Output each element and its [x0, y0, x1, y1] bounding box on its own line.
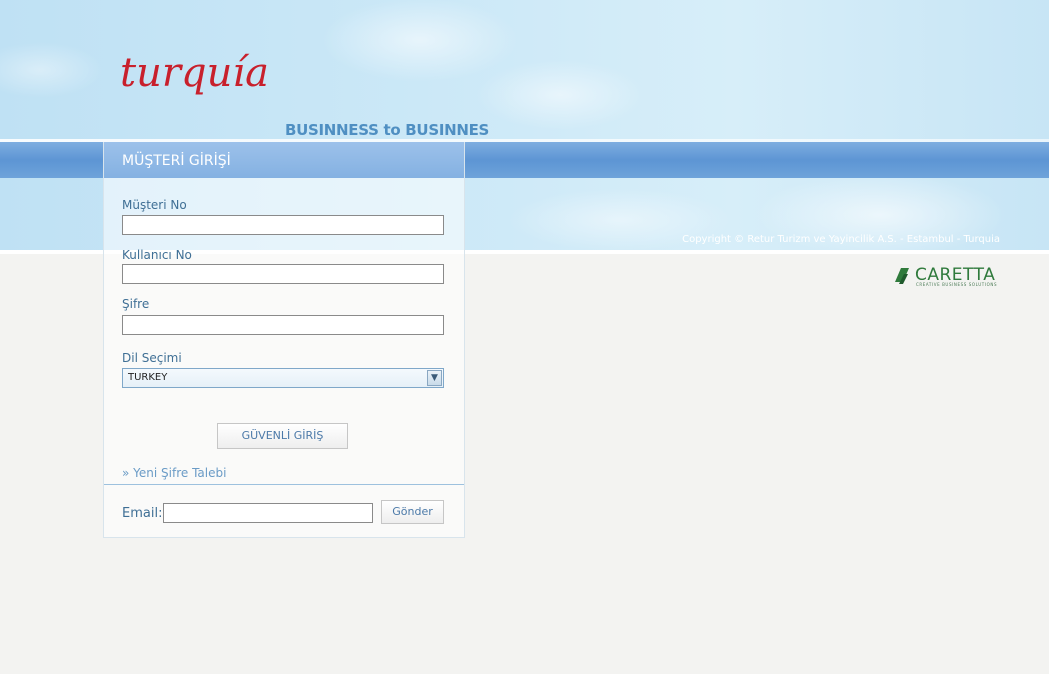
- tagline: BUSINNESS to BUSINNES: [285, 121, 490, 139]
- svg-text:CREATIVE BUSINESS SOLUTIONS: CREATIVE BUSINESS SOLUTIONS: [916, 282, 997, 287]
- turquia-logo: turquía: [120, 50, 269, 96]
- copyright-text: Copyright © Retur Turizm ve Yayincilik A…: [682, 234, 1000, 245]
- password-label: Şifre: [122, 297, 150, 311]
- login-panel: MÜŞTERİ GİRİŞİ Müşteri No Kullanıcı No Ş…: [103, 142, 465, 538]
- username-label: Kullanıcı No: [122, 248, 192, 262]
- caretta-logo: CARETTA CREATIVE BUSINESS SOLUTIONS: [895, 265, 997, 287]
- language-label: Dil Seçimi: [122, 351, 182, 365]
- customer-no-input[interactable]: [122, 215, 444, 235]
- login-title: MÜŞTERİ GİRİŞİ: [122, 153, 231, 169]
- password-input[interactable]: [122, 315, 444, 335]
- login-panel-header: MÜŞTERİ GİRİŞİ: [104, 142, 464, 178]
- send-button[interactable]: Gönder: [381, 500, 444, 524]
- new-password-link[interactable]: » Yeni Şifre Talebi: [122, 466, 226, 480]
- panel-divider: [104, 484, 464, 485]
- language-select[interactable]: TURKEY ▼: [122, 368, 444, 388]
- username-input[interactable]: [122, 264, 444, 284]
- svg-text:turquía: turquía: [120, 50, 269, 96]
- dropdown-arrow-icon[interactable]: ▼: [427, 370, 442, 386]
- secure-login-button[interactable]: GÜVENLİ GİRİŞ: [217, 423, 348, 449]
- language-selected-value: TURKEY: [128, 372, 168, 383]
- customer-no-label: Müşteri No: [122, 198, 187, 212]
- email-label: Email:: [122, 506, 163, 521]
- email-input[interactable]: [163, 503, 373, 523]
